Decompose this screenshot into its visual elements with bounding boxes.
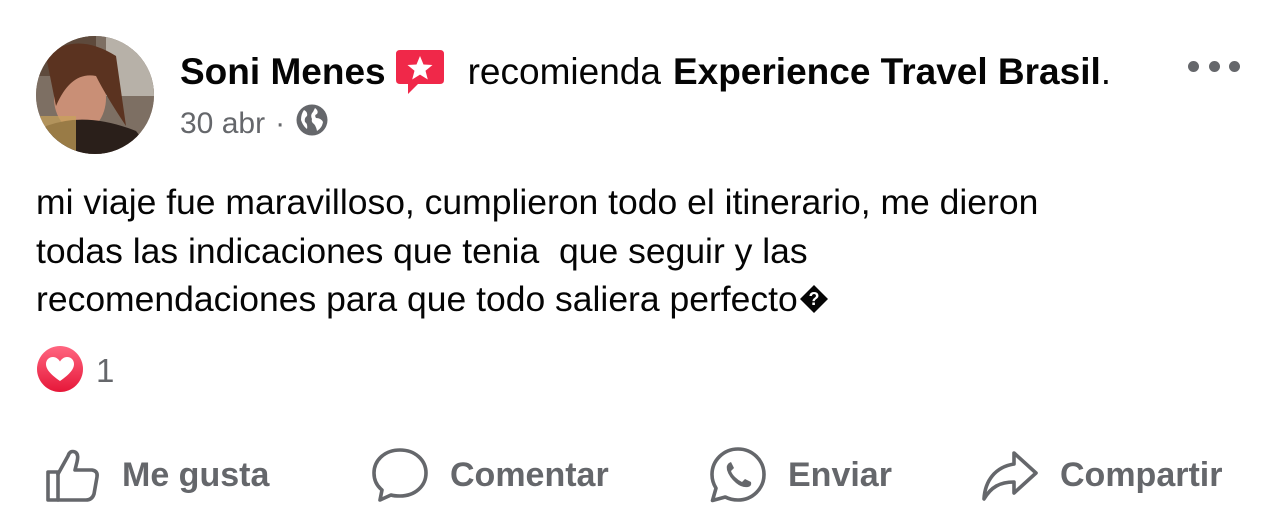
- ellipsis-icon[interactable]: [1188, 56, 1240, 76]
- globe-icon: [295, 103, 329, 145]
- reaction-count: 1: [96, 352, 115, 389]
- like-button[interactable]: Me gusta: [44, 440, 269, 510]
- send-label: Enviar: [788, 455, 892, 494]
- thumbs-up-icon: [46, 449, 99, 502]
- comment-button[interactable]: Comentar: [370, 440, 609, 510]
- post-meta: 30 abr ·: [180, 104, 329, 144]
- recommend-text: recomienda: [467, 51, 661, 92]
- ellipsis-dot: [1208, 60, 1220, 72]
- action-bar: Me gusta Comentar Enviar Compartir: [0, 440, 1280, 510]
- ellipsis-dot: [1188, 60, 1199, 72]
- post-body: mi viaje fue maravilloso, cumplieron tod…: [36, 178, 1236, 324]
- whatsapp-icon: [710, 447, 766, 503]
- share-label: Compartir: [1060, 455, 1223, 494]
- avatar-photo: [36, 36, 154, 154]
- recommend-star-icon: [394, 46, 446, 98]
- like-label: Me gusta: [122, 455, 270, 494]
- share-arrow-icon: [982, 451, 1038, 501]
- reactions-summary[interactable]: 1: [36, 345, 115, 398]
- send-button[interactable]: Enviar: [708, 440, 892, 510]
- page-name-link[interactable]: Experience Travel Brasil: [673, 51, 1101, 93]
- author-name[interactable]: Soni Menes: [180, 51, 386, 93]
- post-header: Soni Menes recomienda Experience Travel …: [180, 48, 1111, 96]
- post-body-text: mi viaje fue maravilloso, cumplieron tod…: [36, 182, 1039, 319]
- page-suffix: .: [1100, 51, 1112, 92]
- unknown-glyph-icon: ?: [799, 285, 828, 313]
- share-button[interactable]: Compartir: [980, 440, 1222, 510]
- comment-label: Comentar: [450, 455, 609, 494]
- unknown-glyph-char: ?: [808, 289, 819, 309]
- avatar[interactable]: [36, 36, 154, 154]
- heart-icon: [36, 345, 84, 398]
- ellipsis-dot: [1229, 60, 1240, 72]
- comment-bubble-icon: [372, 448, 428, 502]
- meta-separator: ·: [275, 107, 286, 140]
- post-date[interactable]: 30 abr: [180, 107, 265, 141]
